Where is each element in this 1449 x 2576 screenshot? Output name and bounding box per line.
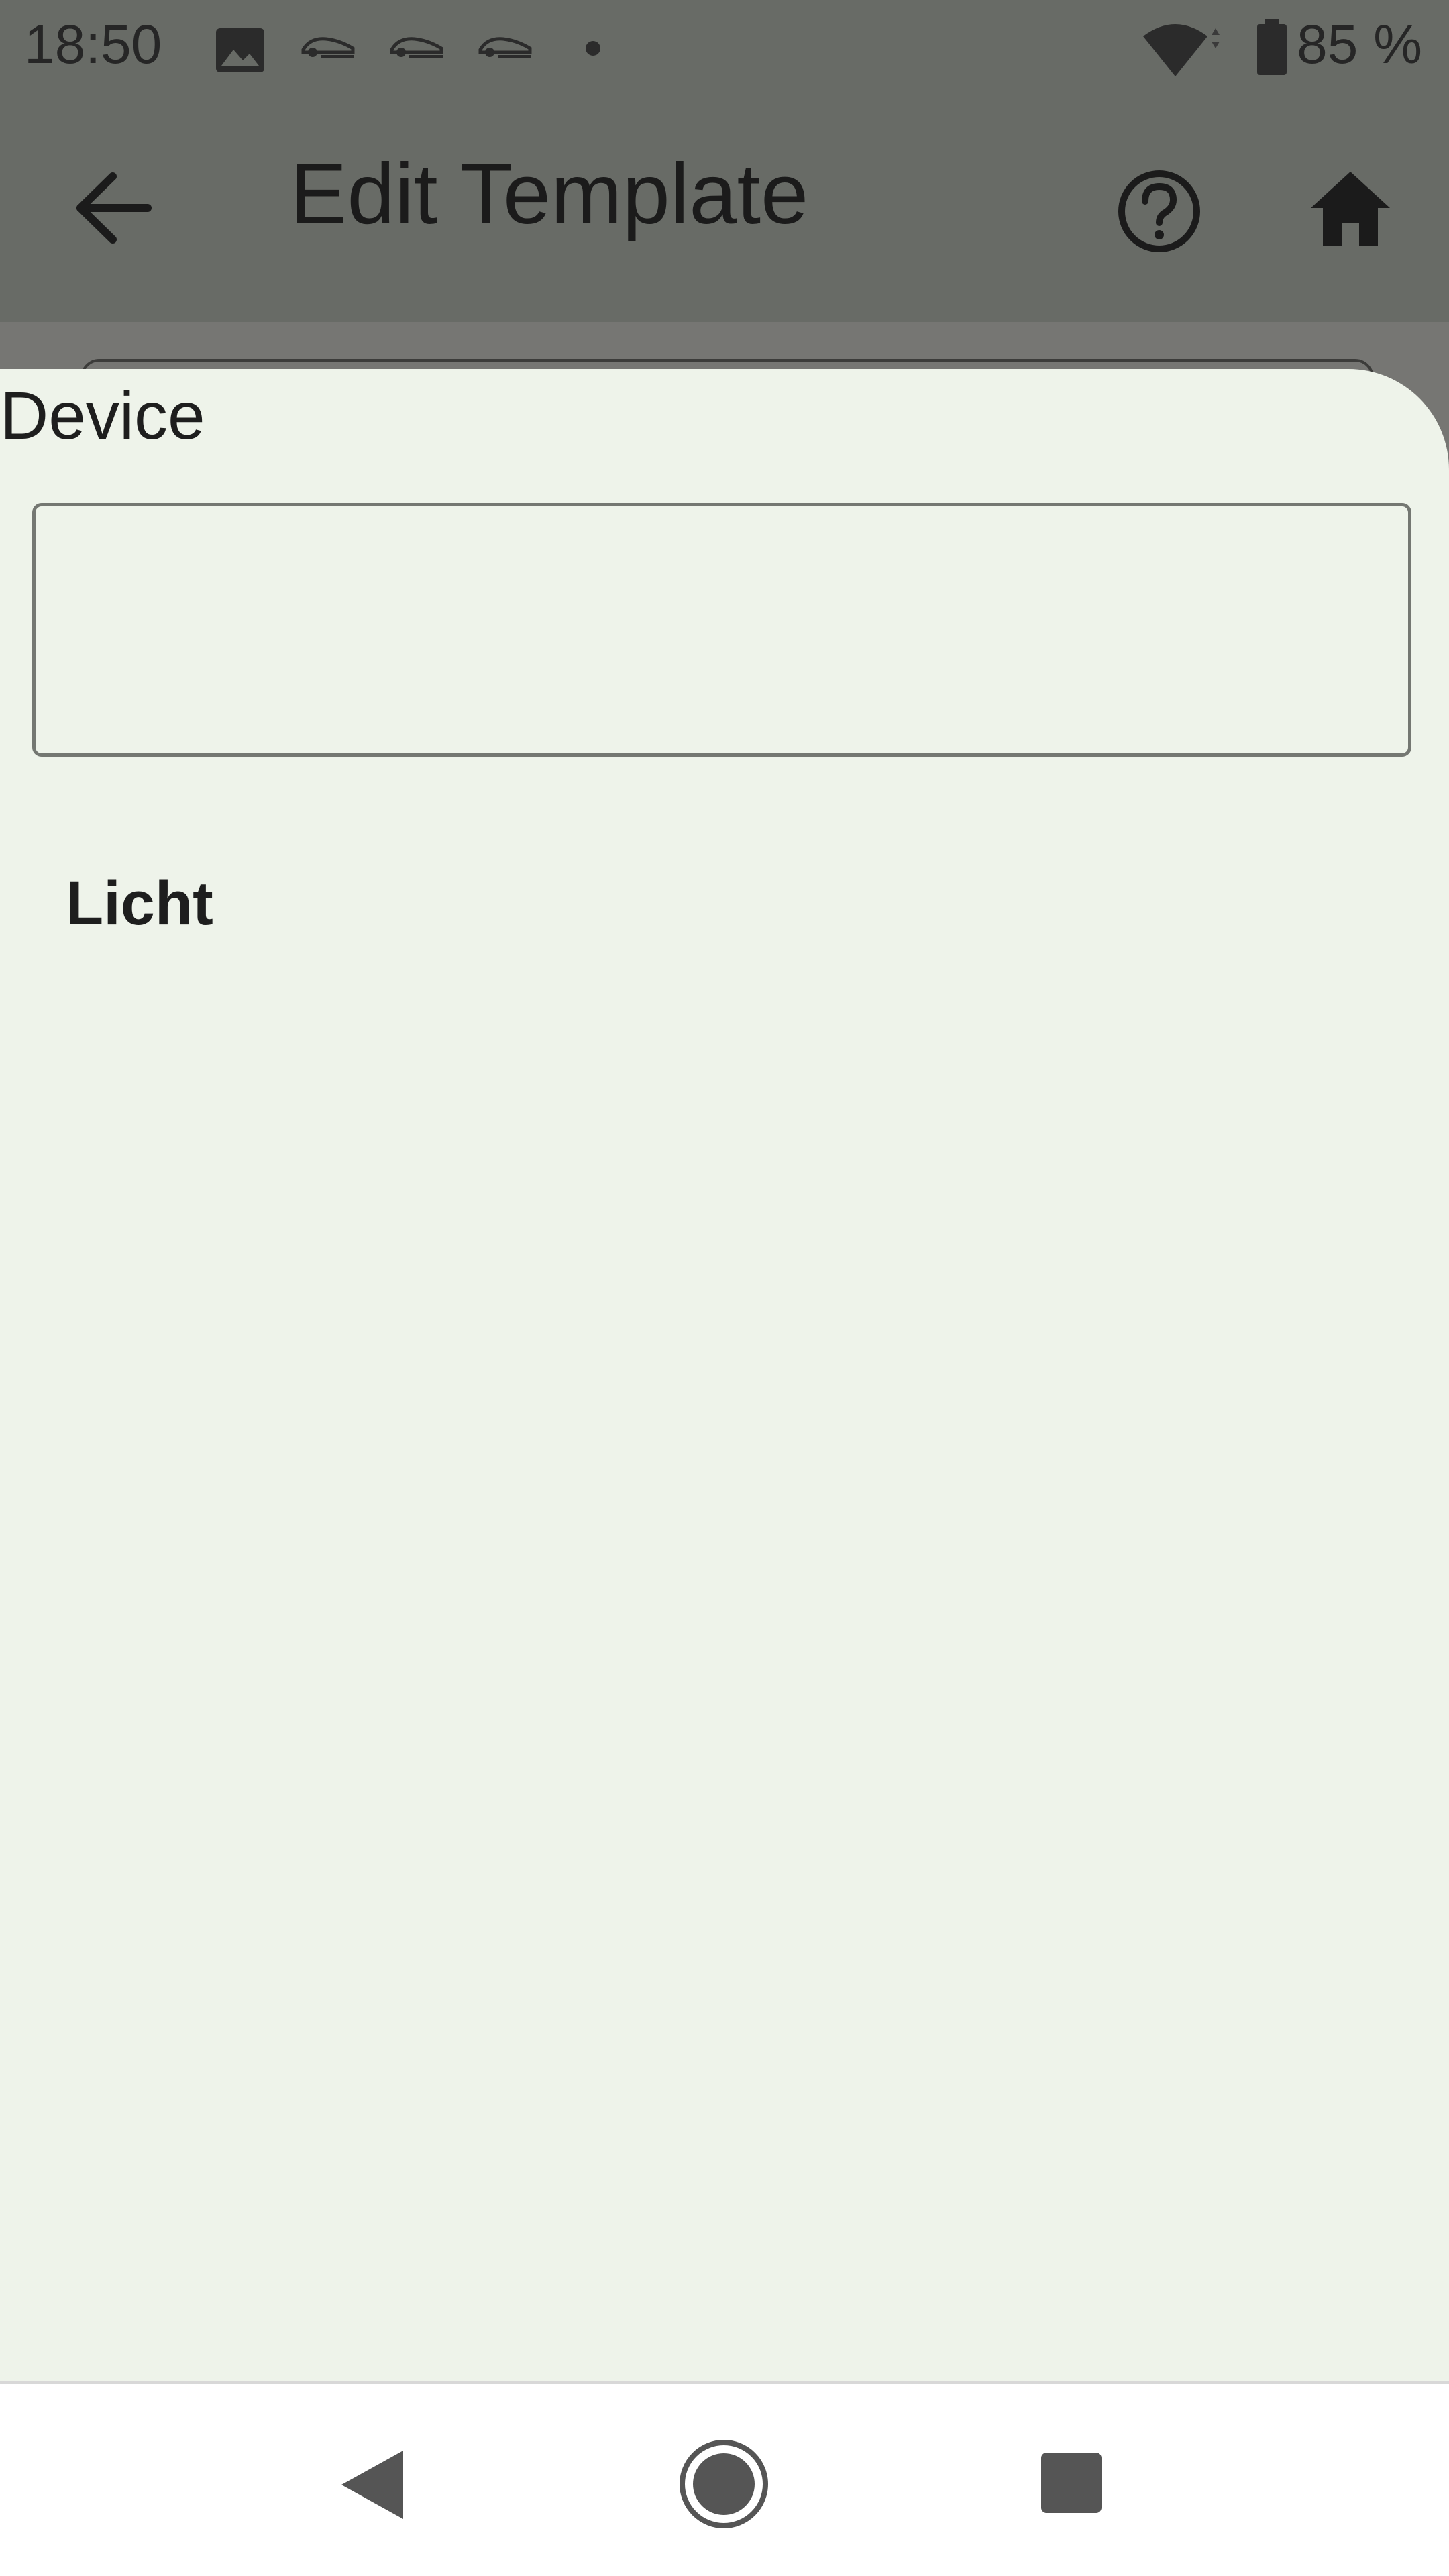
image-icon	[216, 28, 264, 72]
car-icon	[301, 37, 355, 58]
nav-back-icon[interactable]	[339, 2448, 406, 2522]
battery-percentage: 85 %	[1297, 14, 1422, 75]
page-title: Edit Template	[290, 146, 809, 242]
device-input[interactable]	[32, 503, 1411, 757]
dot-icon	[586, 41, 600, 56]
status-time: 18:50	[24, 14, 162, 75]
status-bar: 18:50 85 %	[0, 0, 1449, 101]
arrow-back-icon[interactable]	[74, 171, 154, 245]
screen: 18:50 85 % Edit Template Device Licht	[0, 0, 1449, 2576]
navigation-bar	[0, 2381, 1449, 2576]
sheet-title: Device	[0, 378, 205, 453]
battery-icon	[1257, 19, 1287, 75]
help-icon[interactable]	[1117, 169, 1201, 254]
list-item[interactable]: Licht	[0, 832, 1449, 973]
nav-recents-icon[interactable]	[1040, 2451, 1103, 2514]
list-item-label: Licht	[66, 869, 213, 938]
car-icon	[478, 37, 532, 58]
home-icon[interactable]	[1308, 169, 1393, 248]
wifi-icon	[1143, 24, 1220, 76]
car-icon	[390, 37, 443, 58]
nav-home-icon[interactable]	[678, 2438, 770, 2530]
